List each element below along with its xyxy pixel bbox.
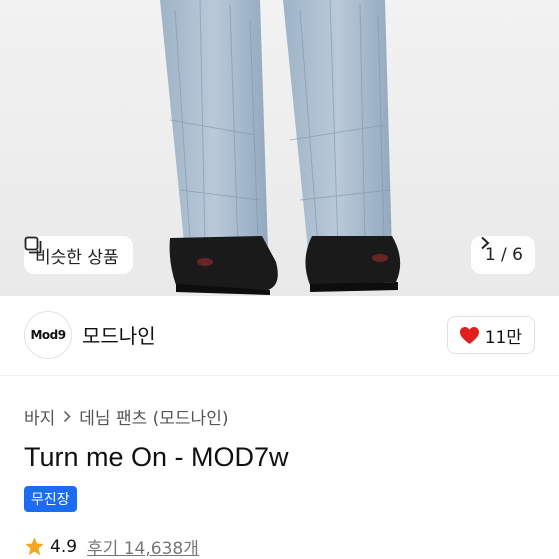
product-image[interactable]: 비슷한 상품 1 / 6 [0,0,559,296]
promo-badge: 무진장 [24,486,77,512]
brand-logo[interactable]: Mod9 [24,311,72,359]
like-count: 11만 [484,327,522,348]
image-pager-label: 1 / 6 [484,245,523,265]
rating-row: 4.9 후기 14,638개 [24,534,199,559]
breadcrumb-category[interactable]: 바지 [24,404,55,429]
breadcrumb: 바지 데님 팬츠 (모드나인) [24,404,228,429]
rating-score: 4.9 [50,536,78,557]
star-icon [25,537,44,556]
image-pager-button[interactable]: 1 / 6 [470,236,535,274]
brand-logo-text: Mod9 [30,328,66,342]
chevron-right-icon [64,410,71,423]
similar-icon [24,236,42,254]
similar-products-label: 비슷한 상품 [35,247,119,268]
similar-products-button[interactable]: 비슷한 상품 [24,236,133,274]
review-count-link[interactable]: 후기 14,638개 [87,534,199,559]
chevron-right-icon [481,236,490,250]
heart-icon [459,326,479,344]
brand-row[interactable]: Mod9 모드나인 11만 [0,296,559,376]
like-button[interactable]: 11만 [446,316,535,354]
product-page: 비슷한 상품 1 / 6 Mod9 모드나인 11만 바지 데님 팬츠 (모드나… [0,0,559,559]
breadcrumb-subcategory[interactable]: 데님 팬츠 (모드나인) [79,404,228,429]
brand-name[interactable]: 모드나인 [82,320,156,349]
product-title: Turn me On - MOD7w [24,442,289,472]
